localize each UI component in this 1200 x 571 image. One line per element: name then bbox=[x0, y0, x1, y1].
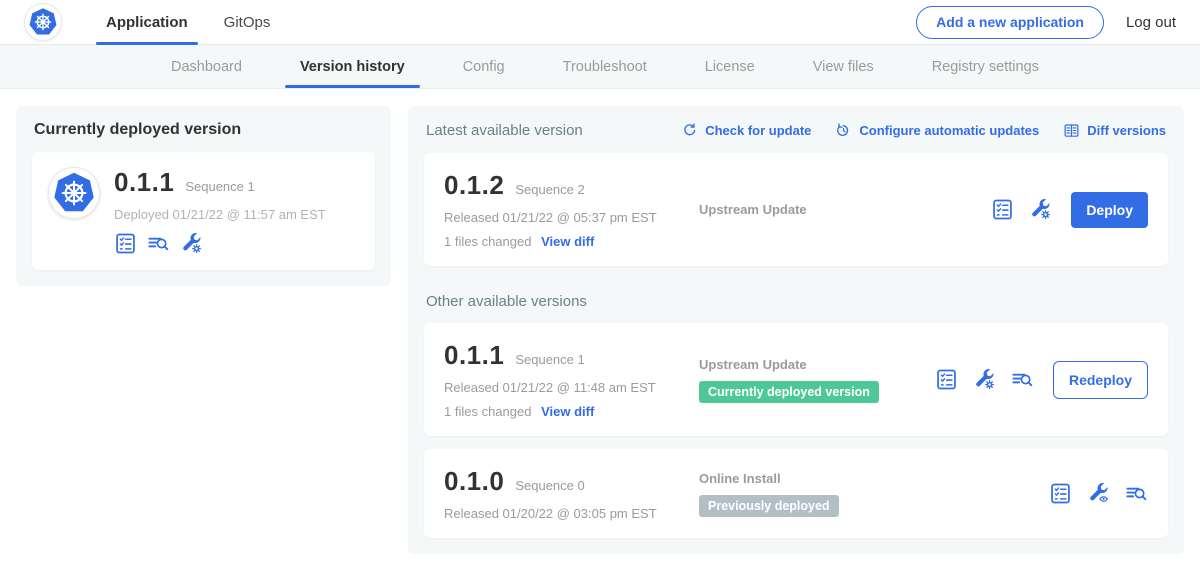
edit-config-icon[interactable] bbox=[1029, 198, 1052, 221]
view-diff-link[interactable]: View diff bbox=[541, 234, 594, 249]
logout-button[interactable]: Log out bbox=[1126, 14, 1176, 31]
version-source-label: Upstream Update bbox=[699, 202, 991, 217]
previously-deployed-badge: Previously deployed bbox=[699, 495, 839, 517]
subnav-tab-version-history[interactable]: Version history bbox=[271, 45, 434, 88]
edit-config-icon[interactable] bbox=[180, 232, 203, 255]
kubernetes-logo-icon bbox=[28, 7, 58, 37]
subnav-tab-config[interactable]: Config bbox=[434, 45, 534, 88]
deployed-version-card: 0.1.1 Sequence 1 Deployed 01/21/22 @ 11:… bbox=[32, 152, 375, 270]
view-config-icon[interactable] bbox=[1087, 482, 1110, 505]
release-notes-icon[interactable] bbox=[935, 368, 958, 391]
version-history-panel: Latest available version Check for updat… bbox=[408, 106, 1184, 554]
check-for-update-link[interactable]: Check for update bbox=[681, 122, 811, 139]
tab-application-label: Application bbox=[106, 14, 188, 31]
version-row-0-1-1: 0.1.1 Sequence 1 Released 01/21/22 @ 11:… bbox=[424, 323, 1168, 436]
version-number: 0.1.1 bbox=[444, 340, 504, 371]
schedule-icon bbox=[835, 122, 852, 139]
version-number: 0.1.0 bbox=[444, 466, 504, 497]
released-timestamp: Released 01/21/22 @ 11:48 am EST bbox=[444, 380, 699, 395]
version-source-label: Upstream Update bbox=[699, 357, 935, 372]
subnav-tab-registry-settings[interactable]: Registry settings bbox=[903, 45, 1068, 88]
app-icon bbox=[48, 167, 100, 219]
diff-icon bbox=[1063, 122, 1080, 139]
deployed-card-title: Currently deployed version bbox=[34, 121, 375, 139]
subnav-tab-troubleshoot[interactable]: Troubleshoot bbox=[534, 45, 676, 88]
view-diff-link[interactable]: View diff bbox=[541, 404, 594, 419]
version-number: 0.1.2 bbox=[444, 170, 504, 201]
version-sequence: Sequence 0 bbox=[515, 478, 584, 493]
version-sequence: Sequence 2 bbox=[515, 182, 584, 197]
tab-application[interactable]: Application bbox=[88, 0, 206, 45]
top-header: Application GitOps Add a new application… bbox=[0, 0, 1200, 45]
tab-gitops[interactable]: GitOps bbox=[206, 0, 289, 45]
version-row-0-1-2: 0.1.2 Sequence 2 Released 01/21/22 @ 05:… bbox=[424, 153, 1168, 266]
release-notes-icon[interactable] bbox=[114, 232, 137, 255]
app-subnav: Dashboard Version history Config Trouble… bbox=[0, 45, 1200, 89]
currently-deployed-badge: Currently deployed version bbox=[699, 381, 879, 403]
refresh-icon bbox=[681, 122, 698, 139]
deployed-version-number: 0.1.1 bbox=[114, 167, 174, 198]
currently-deployed-card: Currently deployed version 0.1.1 Sequenc… bbox=[16, 106, 391, 286]
version-row-0-1-0: 0.1.0 Sequence 0 Released 01/20/22 @ 03:… bbox=[424, 449, 1168, 538]
view-logs-icon[interactable] bbox=[147, 232, 170, 255]
view-logs-icon[interactable] bbox=[1125, 482, 1148, 505]
released-timestamp: Released 01/21/22 @ 05:37 pm EST bbox=[444, 210, 699, 225]
release-notes-icon[interactable] bbox=[991, 198, 1014, 221]
deployed-sequence: Sequence 1 bbox=[185, 179, 254, 194]
subnav-tab-view-files[interactable]: View files bbox=[784, 45, 903, 88]
diff-versions-link[interactable]: Diff versions bbox=[1063, 122, 1166, 139]
deploy-button[interactable]: Deploy bbox=[1071, 192, 1148, 228]
subnav-tab-license[interactable]: License bbox=[676, 45, 784, 88]
kubernetes-logo-icon bbox=[52, 171, 96, 215]
release-notes-icon[interactable] bbox=[1049, 482, 1072, 505]
latest-version-title: Latest available version bbox=[426, 122, 583, 139]
edit-config-icon[interactable] bbox=[973, 368, 996, 391]
view-logs-icon[interactable] bbox=[1011, 368, 1034, 391]
add-application-button[interactable]: Add a new application bbox=[916, 6, 1104, 39]
released-timestamp: Released 01/20/22 @ 03:05 pm EST bbox=[444, 506, 699, 521]
version-source-label: Online Install bbox=[699, 471, 1049, 486]
configure-automatic-updates-link[interactable]: Configure automatic updates bbox=[835, 122, 1039, 139]
version-sequence: Sequence 1 bbox=[515, 352, 584, 367]
app-logo bbox=[24, 3, 62, 41]
deployed-timestamp: Deployed 01/21/22 @ 11:57 am EST bbox=[114, 207, 326, 222]
redeploy-button[interactable]: Redeploy bbox=[1053, 361, 1148, 399]
subnav-tab-dashboard[interactable]: Dashboard bbox=[142, 45, 271, 88]
tab-gitops-label: GitOps bbox=[224, 14, 271, 31]
files-changed-label: 1 files changed bbox=[444, 404, 531, 419]
other-versions-title: Other available versions bbox=[426, 293, 1166, 310]
files-changed-label: 1 files changed bbox=[444, 234, 531, 249]
